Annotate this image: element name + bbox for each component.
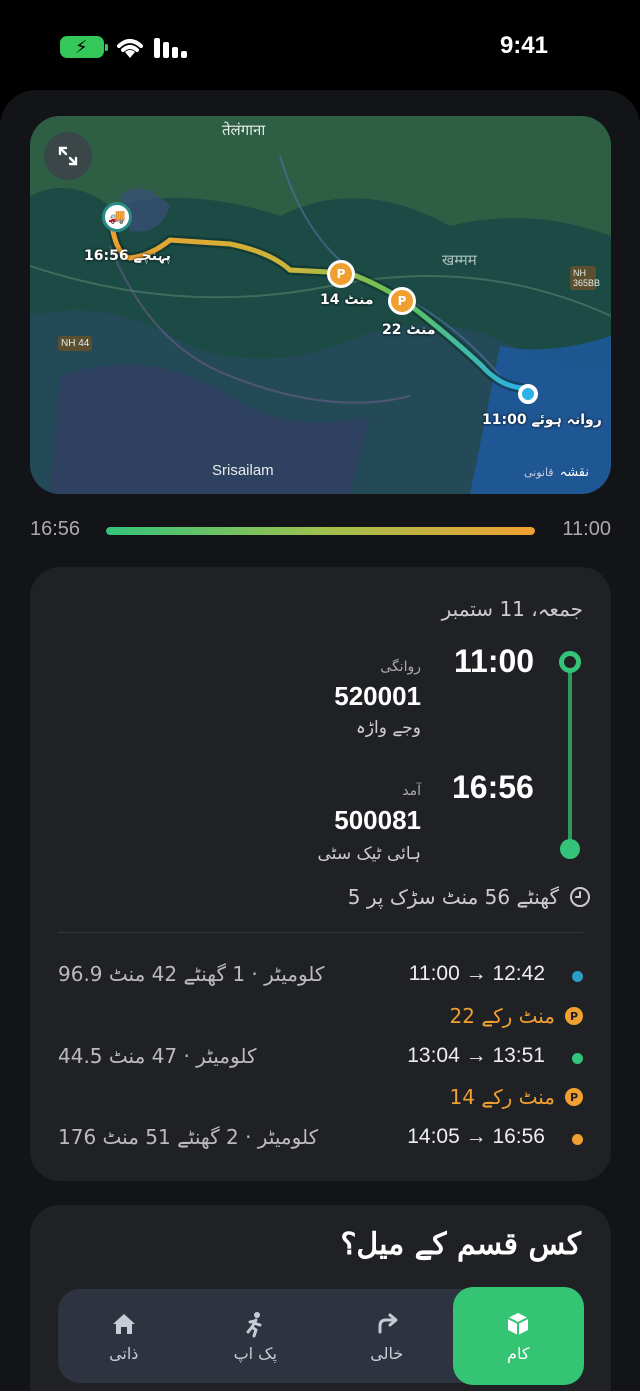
arrival-place: ہائی ٹیک سٹی <box>317 844 421 864</box>
tab-personal[interactable]: ذاتی <box>58 1289 190 1383</box>
route-map[interactable]: तेलंगाना खम्मम Srisailam NH 44 NH 365BB … <box>30 116 611 494</box>
stopover-row: 22 منٹ رکے P <box>450 1001 583 1031</box>
trip-date: جمعہ، 11 ستمبر <box>441 597 583 621</box>
expand-map-button[interactable] <box>44 132 92 180</box>
departure-place: وجے واڑہ <box>355 718 421 738</box>
leg-time-range: 13:04 → 13:51 <box>407 1044 545 1067</box>
leg-time-range: 14:05 → 16:56 <box>407 1125 545 1148</box>
map-place-label: Srisailam <box>212 462 274 479</box>
mileage-kind-title: کس قسم کے میل؟ <box>340 1227 581 1262</box>
map-legal-sub: قانونی <box>523 466 554 479</box>
mileage-kind-card: کس قسم کے میل؟ کام خالی پک اپ ذاتی <box>30 1205 611 1391</box>
highway-shield-right: NH 365BB <box>570 266 600 290</box>
divider <box>58 932 583 933</box>
leg-time-range: 11:00 → 12:42 <box>408 962 545 985</box>
tab-pickup-label: پک اپ <box>233 1343 277 1363</box>
tab-work-label: کام <box>507 1343 530 1363</box>
arrival-dot <box>560 839 580 859</box>
tab-empty[interactable]: خالی <box>321 1289 453 1383</box>
progress-arrival-time: 16:56 <box>30 518 81 540</box>
map-region-label: तेलंगाना <box>222 122 266 139</box>
arrival-marker-label: 16:56 پہنچے <box>84 248 171 264</box>
leg-distance: 44.5 کلومیٹر · 47 منٹ <box>58 1044 257 1068</box>
box-icon <box>507 1312 529 1335</box>
drive-duration: 5 گھنٹے 56 منٹ سڑک پر <box>348 885 591 909</box>
tab-empty-label: خالی <box>370 1343 404 1363</box>
leg-row[interactable]: 96.9 کلومیٹر · 1 گھنٹے 42 منٹ 11:00 → 12… <box>58 960 583 992</box>
progress-bar <box>106 527 535 535</box>
stop2-marker-label: 22 منٹ <box>382 322 436 338</box>
map-legal-text: نقشہ <box>559 465 589 480</box>
progress-bar-fill <box>106 527 535 535</box>
tab-personal-label: ذاتی <box>109 1343 139 1363</box>
status-time: 9:41 <box>499 32 548 59</box>
leg-row[interactable]: 176 کلومیٹر · 2 گھنٹے 51 منٹ 14:05 → 16:… <box>58 1123 583 1155</box>
mileage-kind-segmented-control: کام خالی پک اپ ذاتی <box>58 1287 584 1385</box>
arrival-postcode: 500081 <box>334 805 421 835</box>
parking-icon: P <box>565 1007 583 1025</box>
leg-dot <box>572 1134 583 1145</box>
departure-postcode: 520001 <box>334 681 421 711</box>
departure-marker-label: 11:00 روانہ ہوئے <box>482 412 602 428</box>
redo-arrow-icon <box>378 1313 398 1333</box>
leg-dot <box>572 1053 583 1064</box>
leg-dot <box>572 971 583 982</box>
leg-row[interactable]: 44.5 کلومیٹر · 47 منٹ 13:04 → 13:51 <box>58 1042 583 1074</box>
tab-work[interactable]: کام <box>452 1287 584 1385</box>
duration-text: 5 گھنٹے 56 منٹ سڑک پر <box>347 885 559 909</box>
stopover-text: 14 منٹ رکے <box>449 1085 555 1109</box>
house-icon <box>112 1313 135 1334</box>
trip-progress: 16:56 11:00 <box>30 518 611 546</box>
clock-icon <box>570 887 590 907</box>
cellular-signal-icon <box>154 38 187 58</box>
leg-distance: 96.9 کلومیٹر · 1 گھنٹے 42 منٹ <box>58 962 325 986</box>
arrival-label: آمد <box>402 783 421 799</box>
progress-departure-time: 11:00 <box>562 518 611 540</box>
wifi-icon <box>117 39 143 58</box>
departure-dot <box>559 651 581 673</box>
departure-label: روانگی <box>380 659 421 675</box>
parking-icon: P <box>565 1088 583 1106</box>
stop1-marker-label: 14 منٹ <box>320 292 374 308</box>
arrival-time: 16:56 <box>452 769 534 805</box>
timeline-line <box>568 661 572 849</box>
parking-stop-pin[interactable]: P <box>388 287 416 315</box>
status-bar: ⚡ 9:41 <box>0 0 640 92</box>
stopover-text: 22 منٹ رکے <box>449 1004 555 1028</box>
map-legal-link[interactable]: قانونی نقشہ <box>524 465 595 480</box>
truck-arrival-pin[interactable]: 🚚 <box>102 202 132 232</box>
map-city-label: खम्मम <box>442 252 477 269</box>
departure-time: 11:00 <box>454 643 535 679</box>
walking-person-icon <box>246 1311 262 1337</box>
parking-stop-pin[interactable]: P <box>327 260 355 288</box>
highway-shield-left: NH 44 <box>58 336 93 351</box>
tab-pickup[interactable]: پک اپ <box>190 1289 322 1383</box>
stopover-row: 14 منٹ رکے P <box>450 1082 583 1112</box>
trip-summary-card: جمعہ، 11 ستمبر 11:00 روانگی 520001 وجے و… <box>30 567 611 1181</box>
expand-icon <box>58 146 78 166</box>
leg-distance: 176 کلومیٹر · 2 گھنٹے 51 منٹ <box>58 1125 319 1149</box>
battery-charging-icon: ⚡ <box>60 36 108 58</box>
departure-pin[interactable] <box>518 384 538 404</box>
